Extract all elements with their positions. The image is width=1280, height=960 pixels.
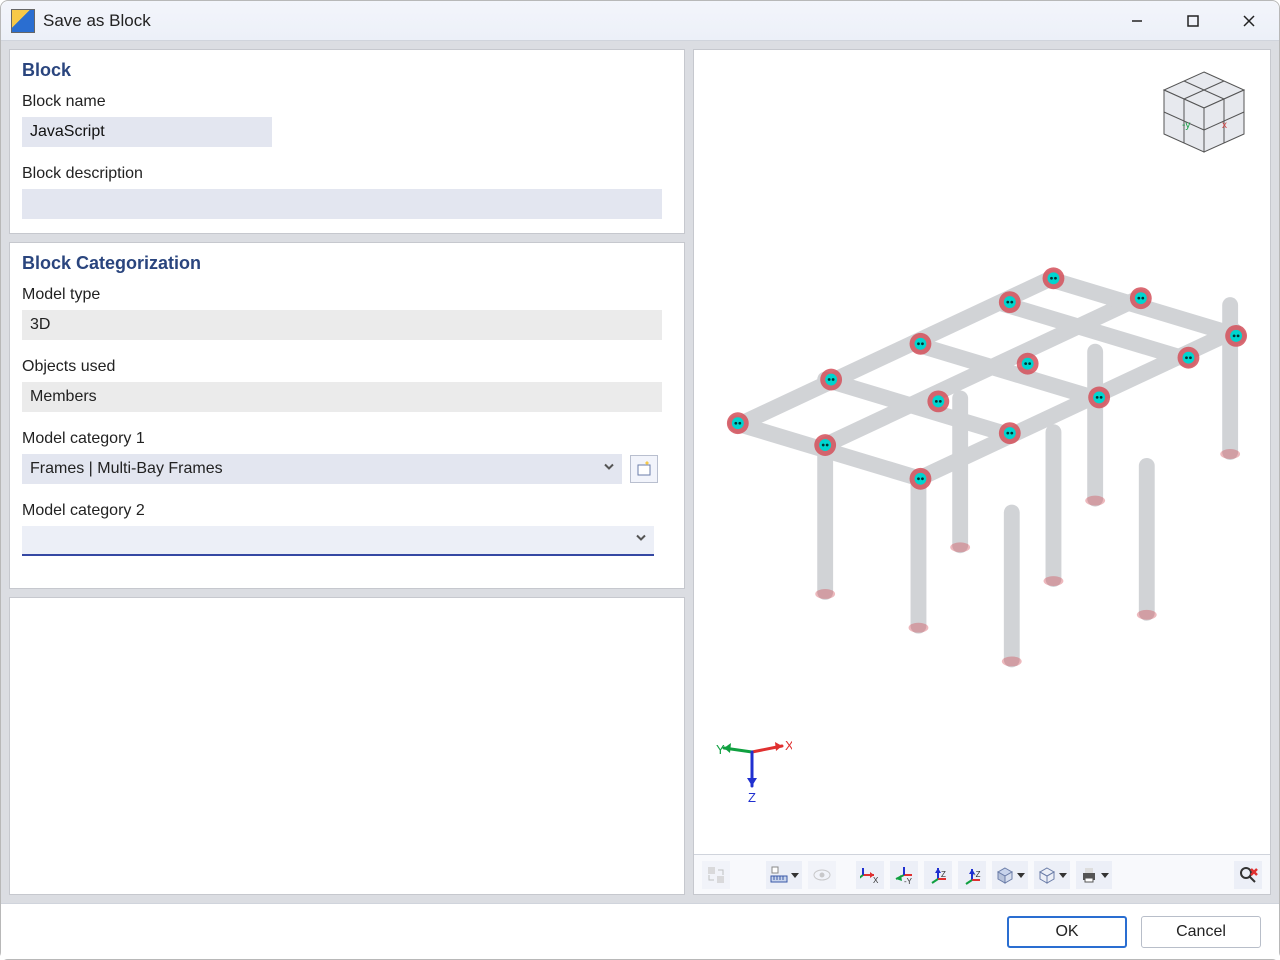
view-x-button[interactable]: X <box>856 861 884 889</box>
title-bar: Save as Block <box>1 1 1279 41</box>
reset-zoom-button[interactable] <box>1234 861 1262 889</box>
content-area: Block Block name Block description Block… <box>1 41 1279 903</box>
axis-gizmo-icon: X Y Z <box>712 724 792 804</box>
block-desc-input[interactable] <box>22 189 662 219</box>
minimize-button[interactable] <box>1109 3 1165 39</box>
model-type-label: Model type <box>22 286 672 304</box>
model-type-field: 3D <box>22 310 662 340</box>
swap-view-button <box>702 861 730 889</box>
svg-text:Z: Z <box>941 870 946 879</box>
app-icon <box>11 9 35 33</box>
isometric-dropdown-button[interactable] <box>992 861 1028 889</box>
ruler-dropdown-button[interactable] <box>766 861 802 889</box>
ok-button[interactable]: OK <box>1007 916 1127 948</box>
category2-select[interactable] <box>22 526 654 556</box>
category1-value: Frames | Multi-Bay Frames <box>30 460 223 478</box>
chevron-down-icon <box>602 460 616 479</box>
close-button[interactable] <box>1221 3 1277 39</box>
empty-panel <box>9 597 685 895</box>
categorization-panel: Block Categorization Model type 3D Objec… <box>9 242 685 589</box>
view-z-button[interactable]: Z <box>924 861 952 889</box>
category1-select[interactable]: Frames | Multi-Bay Frames <box>22 454 622 484</box>
block-heading: Block <box>22 60 672 81</box>
block-desc-label: Block description <box>22 165 672 183</box>
svg-text:-Y: -Y <box>904 877 913 885</box>
view-neg-z-button[interactable]: -Z <box>958 861 986 889</box>
categorization-heading: Block Categorization <box>22 253 672 274</box>
window-title: Save as Block <box>43 11 151 31</box>
svg-text:-Z: -Z <box>973 870 981 879</box>
objects-used-label: Objects used <box>22 358 672 376</box>
view-y-button[interactable]: -Y <box>890 861 918 889</box>
navigation-cube-icon[interactable]: x -y <box>1156 64 1252 160</box>
dialog-window: Save as Block Block Block name Block des… <box>0 0 1280 960</box>
svg-text:x: x <box>1222 120 1227 131</box>
svg-text:-y: -y <box>1182 120 1190 131</box>
svg-text:Z: Z <box>748 790 756 804</box>
preview-canvas[interactable]: x -y X Y Z <box>694 50 1270 854</box>
maximize-button[interactable] <box>1165 3 1221 39</box>
cancel-button[interactable]: Cancel <box>1141 916 1261 948</box>
objects-used-field: Members <box>22 382 662 412</box>
block-name-label: Block name <box>22 93 672 111</box>
dialog-footer: OK Cancel <box>1 903 1279 959</box>
svg-text:Y: Y <box>716 742 725 757</box>
preview-toolbar: X -Y Z -Z <box>694 854 1270 894</box>
block-panel: Block Block name Block description <box>9 49 685 234</box>
category1-label: Model category 1 <box>22 430 672 448</box>
new-category-button[interactable] <box>630 455 658 483</box>
print-dropdown-button[interactable] <box>1076 861 1112 889</box>
svg-text:X: X <box>785 738 792 753</box>
block-name-input[interactable] <box>22 117 272 147</box>
visibility-button <box>808 861 836 889</box>
new-item-icon <box>635 460 653 478</box>
preview-panel: x -y X Y Z X -Y Z -Z <box>693 49 1271 895</box>
bounding-box-dropdown-button[interactable] <box>1034 861 1070 889</box>
category2-label: Model category 2 <box>22 502 672 520</box>
left-column: Block Block name Block description Block… <box>9 49 685 895</box>
chevron-down-icon <box>634 531 648 550</box>
svg-text:X: X <box>873 876 879 885</box>
